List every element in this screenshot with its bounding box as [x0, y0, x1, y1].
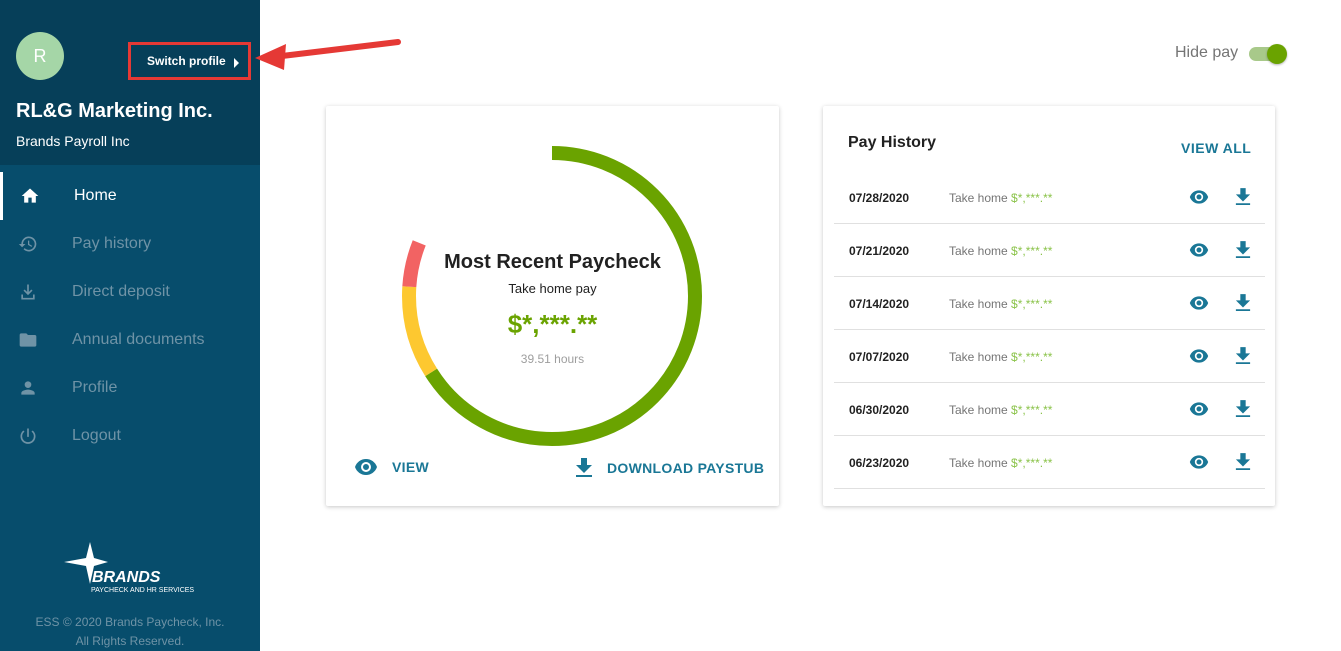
take-home-label: Take home: [949, 456, 1008, 470]
eye-icon[interactable]: [1189, 401, 1209, 417]
eye-icon[interactable]: [1189, 189, 1209, 205]
download-icon[interactable]: [1235, 400, 1251, 418]
download-icon[interactable]: [1235, 294, 1251, 312]
eye-icon[interactable]: [1189, 454, 1209, 470]
pay-history-row: 07/28/2020 Take home $*,***.**: [834, 171, 1265, 224]
pay-date: 07/28/2020: [849, 191, 910, 205]
pay-history-list: 07/28/2020 Take home $*,***.** 07/21/202…: [834, 171, 1265, 489]
logo-text: BRANDS: [92, 569, 161, 586]
download-icon[interactable]: [1235, 188, 1251, 206]
take-home-amount: $*,***.**: [1011, 403, 1053, 417]
pay-history-card: Pay History VIEW ALL 07/28/2020 Take hom…: [823, 106, 1275, 506]
take-home-label: Take home: [949, 350, 1008, 364]
profile-header: R Switch profile RL&G Marketing Inc. Bra…: [0, 0, 260, 165]
paycheck-ring-chart: [402, 146, 702, 446]
pay-history-row: 07/14/2020 Take home $*,***.**: [834, 277, 1265, 330]
folder-icon: [19, 333, 37, 347]
take-home-amount: $*,***.**: [1011, 297, 1053, 311]
caret-right-icon: [234, 58, 239, 68]
sidebar-nav: Home Pay history Direct deposit Annual d…: [0, 172, 260, 460]
paycheck-title: Most Recent Paycheck: [444, 251, 661, 273]
sidebar-item-label: Profile: [72, 379, 118, 396]
take-home-label: Take home: [949, 191, 1008, 205]
take-home-text: Take home $*,***.**: [949, 456, 1052, 470]
view-label: VIEW: [392, 459, 429, 475]
sidebar-item-profile[interactable]: Profile: [0, 364, 260, 412]
hide-pay-label: Hide pay: [1175, 44, 1239, 61]
sidebar-item-label: Annual documents: [72, 331, 205, 348]
company-name: RL&G Marketing Inc.: [16, 100, 213, 122]
paycheck-subtitle: Take home pay: [508, 281, 597, 296]
sidebar: R Switch profile RL&G Marketing Inc. Bra…: [0, 0, 260, 651]
pay-history-row: 06/23/2020 Take home $*,***.**: [834, 436, 1265, 489]
avatar[interactable]: R: [16, 32, 64, 80]
switch-profile-label: Switch profile: [147, 54, 226, 68]
pay-date: 07/14/2020: [849, 297, 910, 311]
sidebar-item-pay-history[interactable]: Pay history: [0, 220, 260, 268]
logo-tagline: PAYCHECK AND HR SERVICES: [91, 587, 194, 594]
take-home-text: Take home $*,***.**: [949, 297, 1052, 311]
download-paystub-button[interactable]: DOWNLOAD PAYSTUB: [575, 458, 764, 478]
pay-history-row: 07/07/2020 Take home $*,***.**: [834, 330, 1265, 383]
take-home-label: Take home: [949, 297, 1008, 311]
download-icon[interactable]: [1235, 453, 1251, 471]
sidebar-item-label: Home: [74, 187, 117, 204]
company-subtitle: Brands Payroll Inc: [16, 133, 130, 149]
pay-history-title: Pay History: [848, 134, 937, 151]
sidebar-item-label: Pay history: [72, 235, 152, 252]
switch-profile-button[interactable]: Switch profile: [128, 42, 251, 80]
take-home-text: Take home $*,***.**: [949, 191, 1052, 205]
ring-segment-green: [402, 146, 702, 446]
copyright-text: ESS © 2020 Brands Paycheck, Inc.: [35, 615, 225, 629]
eye-icon[interactable]: [1189, 295, 1209, 311]
take-home-label: Take home: [949, 244, 1008, 258]
take-home-text: Take home $*,***.**: [949, 244, 1052, 258]
eye-icon[interactable]: [1189, 348, 1209, 364]
pay-date: 06/23/2020: [849, 456, 910, 470]
sidebar-item-label: Direct deposit: [72, 283, 170, 300]
sidebar-item-logout[interactable]: Logout: [0, 412, 260, 460]
download-icon[interactable]: [1235, 241, 1251, 259]
take-home-text: Take home $*,***.**: [949, 403, 1052, 417]
eye-icon[interactable]: [1189, 242, 1209, 258]
take-home-text: Take home $*,***.**: [949, 350, 1052, 364]
take-home-amount: $*,***.**: [1011, 191, 1053, 205]
brands-logo: BRANDS PAYCHECK AND HR SERVICES: [64, 542, 194, 594]
view-all-link[interactable]: VIEW ALL: [1181, 140, 1251, 156]
history-icon: [18, 236, 37, 252]
pay-history-row: 06/30/2020 Take home $*,***.**: [834, 383, 1265, 436]
take-home-amount: $*,***.**: [1011, 244, 1053, 258]
toggle-knob: [1267, 44, 1287, 64]
download-tray-icon: [21, 284, 35, 300]
eye-icon: [355, 459, 377, 475]
sidebar-item-home[interactable]: Home: [0, 172, 260, 220]
download-icon[interactable]: [1235, 347, 1251, 365]
pay-date: 06/30/2020: [849, 403, 910, 417]
take-home-amount: $*,***.**: [1011, 350, 1053, 364]
power-icon: [20, 428, 36, 444]
pay-date: 07/21/2020: [849, 244, 910, 258]
view-paycheck-button[interactable]: VIEW: [354, 458, 429, 476]
hide-pay-toggle[interactable]: [1249, 44, 1287, 64]
annotation-arrow-icon: [255, 39, 401, 70]
rights-text: All Rights Reserved.: [75, 634, 185, 648]
person-icon: [21, 381, 35, 395]
recent-paycheck-card: Most Recent Paycheck Take home pay $*,**…: [326, 106, 779, 506]
take-home-label: Take home: [949, 403, 1008, 417]
paycheck-amount: $*,***.**: [507, 309, 598, 339]
paycheck-hours: 39.51 hours: [520, 352, 585, 366]
sidebar-item-annual-documents[interactable]: Annual documents: [0, 316, 260, 364]
sidebar-item-label: Logout: [72, 427, 121, 444]
take-home-amount: $*,***.**: [1011, 456, 1053, 470]
home-icon: [21, 188, 39, 203]
pay-date: 07/07/2020: [849, 350, 910, 364]
pay-history-row: 07/21/2020 Take home $*,***.**: [834, 224, 1265, 277]
download-label: DOWNLOAD PAYSTUB: [607, 460, 765, 476]
sidebar-item-direct-deposit[interactable]: Direct deposit: [0, 268, 260, 316]
download-icon: [576, 458, 592, 477]
